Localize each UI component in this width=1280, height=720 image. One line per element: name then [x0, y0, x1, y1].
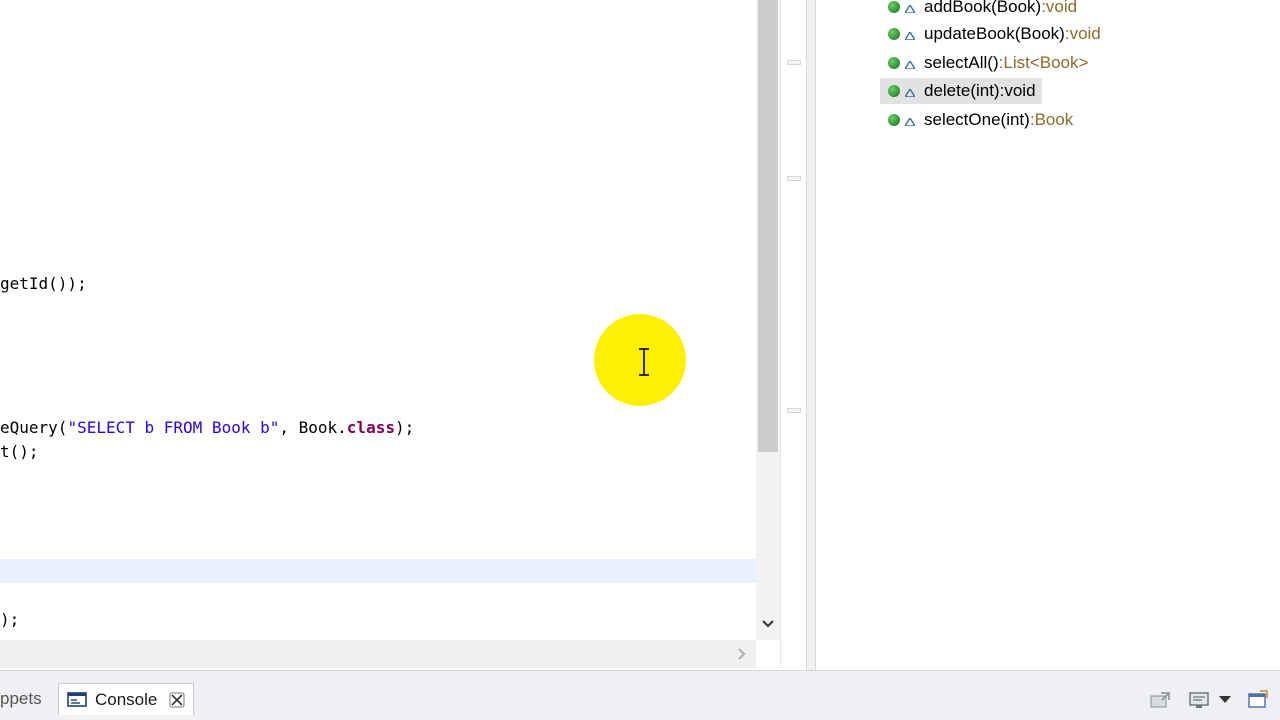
- package-visibility-icon: [904, 1, 916, 13]
- pane-divider[interactable]: [806, 0, 816, 670]
- public-method-icon: [888, 85, 900, 97]
- code-line-1: getId());: [0, 272, 87, 296]
- return-type: void: [1004, 81, 1036, 100]
- method-name: selectAll(): [924, 53, 999, 72]
- code-token: eQuery(: [0, 418, 68, 437]
- tab-console[interactable]: Console: [58, 683, 195, 715]
- ruler-mark[interactable]: [787, 60, 801, 65]
- code-token: );: [0, 610, 20, 629]
- return-type: List<Book>: [1003, 53, 1089, 72]
- string-literal: "SELECT b FROM Book b": [67, 418, 280, 437]
- editor-horizontal-scrollbar[interactable]: [0, 640, 756, 668]
- outline-item-selectone[interactable]: selectOne(int) : Book: [880, 107, 1079, 133]
- tab-console-label: Console: [95, 689, 158, 709]
- public-method-icon: [888, 114, 900, 126]
- package-visibility-icon: [904, 57, 916, 69]
- bottom-panel-tabbar: ppets Console: [0, 670, 1280, 720]
- return-type: void: [1069, 24, 1101, 43]
- method-name: selectOne(int): [924, 110, 1030, 129]
- method-name: delete(int): [924, 81, 1000, 100]
- ruler-mark[interactable]: [787, 408, 801, 413]
- current-line-highlight: [0, 559, 756, 583]
- public-method-icon: [888, 1, 900, 13]
- keyword: class: [346, 418, 395, 437]
- editor-vertical-scrollbar[interactable]: [756, 0, 780, 640]
- display-console-icon[interactable]: [1186, 689, 1212, 711]
- ruler-mark[interactable]: [787, 176, 801, 181]
- console-icon: [67, 691, 87, 709]
- outline-item-delete[interactable]: delete(int) : void: [880, 78, 1042, 104]
- outline-item-addbook[interactable]: addBook(Book) : void: [880, 0, 1083, 20]
- code-token: getId());: [0, 274, 87, 293]
- scroll-down-arrow-icon[interactable]: [756, 612, 780, 636]
- tab-snippets[interactable]: ppets: [0, 683, 42, 715]
- overview-ruler[interactable]: [780, 0, 806, 668]
- code-line-2: eQuery("SELECT b FROM Book b", Book.clas…: [0, 416, 414, 440]
- outline-view: addBook(Book) : void updateBook(Book) : …: [816, 0, 1280, 670]
- method-name: updateBook(Book): [924, 24, 1065, 43]
- vertical-scroll-thumb[interactable]: [758, 0, 778, 452]
- scroll-right-arrow-icon[interactable]: [734, 646, 750, 662]
- public-method-icon: [888, 57, 900, 69]
- tab-snippets-label: ppets: [0, 689, 42, 708]
- close-icon[interactable]: [169, 692, 185, 708]
- text-cursor-icon: [637, 346, 651, 378]
- code-token: , Book.: [279, 418, 347, 437]
- package-visibility-icon: [904, 85, 916, 97]
- return-type: void: [1045, 0, 1078, 16]
- public-method-icon: [888, 28, 900, 40]
- pin-console-icon[interactable]: [1147, 689, 1173, 711]
- package-visibility-icon: [904, 28, 916, 40]
- code-token: );: [394, 418, 415, 437]
- code-line-3: t();: [0, 440, 39, 464]
- code-token: t();: [0, 442, 39, 461]
- code-line-4: );: [0, 608, 19, 632]
- return-type: Book: [1034, 110, 1074, 129]
- method-name: addBook(Book): [924, 0, 1042, 16]
- package-visibility-icon: [904, 114, 916, 126]
- view-menu-dropdown-icon[interactable]: [1215, 689, 1235, 711]
- outline-item-updatebook[interactable]: updateBook(Book) : void: [880, 21, 1107, 47]
- maximize-panel-icon[interactable]: [1245, 689, 1271, 711]
- outline-item-selectall[interactable]: selectAll() : List<Book>: [880, 50, 1094, 76]
